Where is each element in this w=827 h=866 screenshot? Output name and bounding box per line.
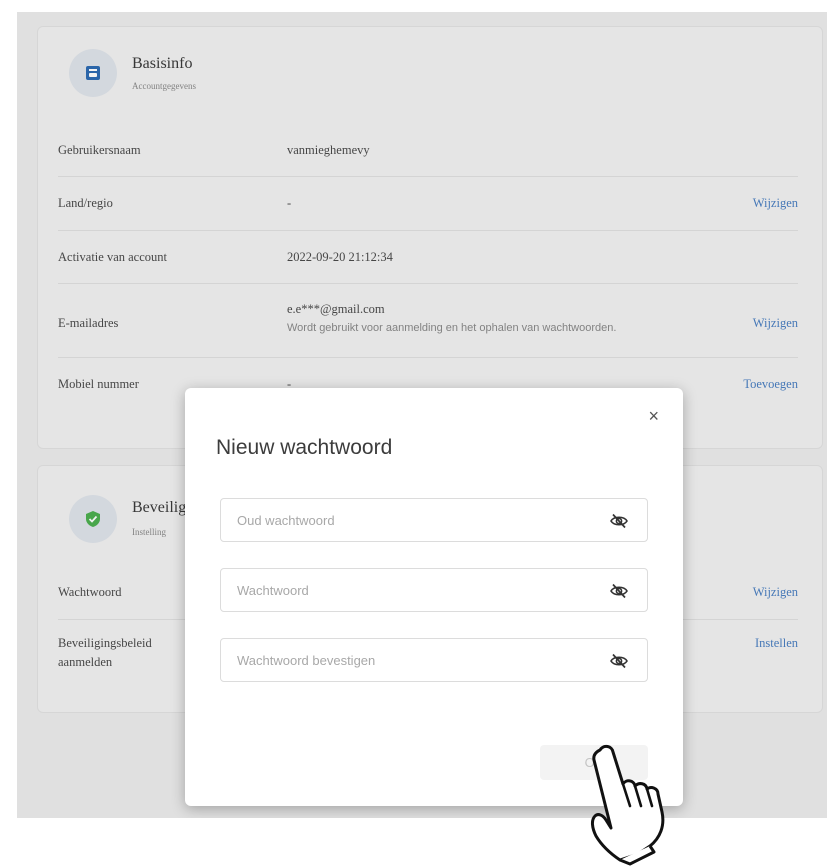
old-password-input[interactable]	[237, 499, 577, 541]
old-password-field	[220, 498, 648, 542]
password-input[interactable]	[237, 569, 577, 611]
dialog-title: Nieuw wachtwoord	[216, 436, 393, 459]
password-field	[220, 568, 648, 612]
confirm-password-input[interactable]	[237, 639, 577, 681]
close-icon[interactable]: ×	[648, 406, 659, 427]
confirm-password-field	[220, 638, 648, 682]
eye-off-icon[interactable]	[609, 651, 629, 671]
eye-off-icon[interactable]	[609, 511, 629, 531]
hand-pointer-icon	[591, 744, 665, 866]
account-settings-screen: Basisinfo Accountgegevens Gebruikersnaam…	[17, 12, 827, 818]
eye-off-icon[interactable]	[609, 581, 629, 601]
